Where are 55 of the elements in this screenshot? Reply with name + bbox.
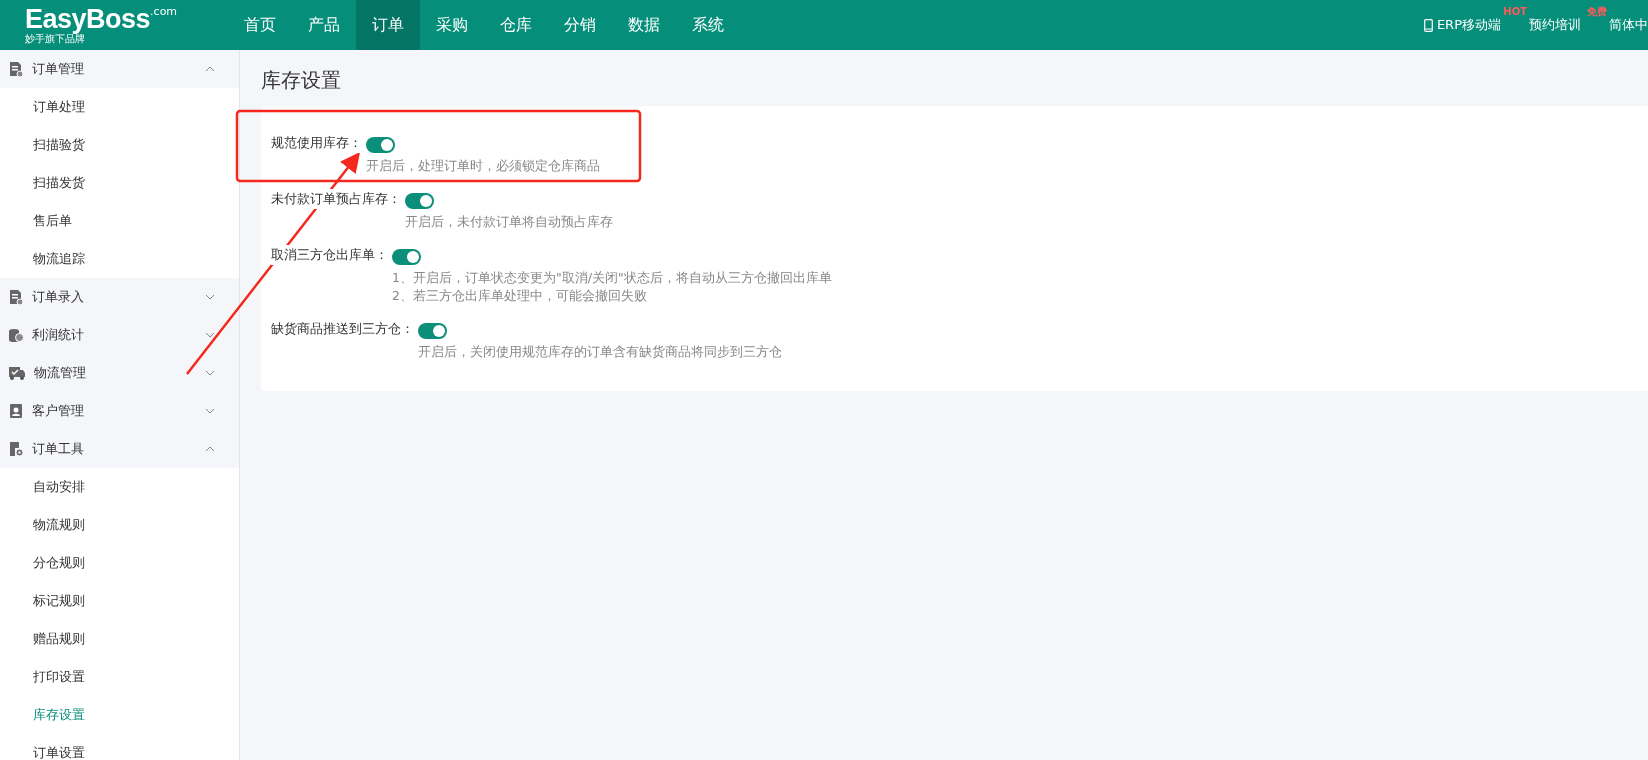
- badge-label: HOT: [1503, 5, 1527, 20]
- sidebar-item[interactable]: 扫描验货: [0, 126, 239, 164]
- sidebar-item[interactable]: 扫描发货: [0, 164, 239, 202]
- sidebar-group[interactable]: 订单录入: [0, 278, 239, 316]
- sidebar-item[interactable]: 售后单: [0, 202, 239, 240]
- nav-tab[interactable]: 数据: [612, 0, 676, 50]
- sidebar-item[interactable]: 赠品规则: [0, 620, 239, 658]
- setting-description: 2、若三方仓出库单处理中，可能会撤回失败: [392, 287, 648, 305]
- nav-tab[interactable]: 订单: [356, 0, 420, 50]
- sidebar-group[interactable]: 利润统计: [0, 316, 239, 354]
- logo-domain: .com: [150, 5, 178, 17]
- sidebar-item[interactable]: 物流规则: [0, 506, 239, 544]
- toggle-switch[interactable]: [392, 249, 421, 265]
- sidebar-item[interactable]: 库存设置: [0, 696, 239, 734]
- logo-wordmark: EasyBoss: [25, 5, 151, 33]
- nav-tab[interactable]: 系统: [676, 0, 740, 50]
- setting-description: 开启后，关闭使用规范库存的订单含有缺货商品将同步到三方仓: [418, 343, 782, 361]
- sidebar-group-label: 客户管理: [32, 402, 85, 421]
- document-icon: [8, 61, 24, 77]
- truck-icon: [8, 365, 26, 381]
- setting-description: 1、开启后，订单状态变更为"取消/关闭"状态后，将自动从三方仓撤回出库单: [392, 269, 832, 287]
- sidebar-item[interactable]: 物流追踪: [0, 240, 239, 278]
- person-card-icon: [8, 403, 24, 419]
- phone-icon: [1423, 18, 1433, 32]
- sidebar-group-label: 利润统计: [32, 326, 85, 345]
- sidebar-item[interactable]: 标记规则: [0, 582, 239, 620]
- sidebar-item[interactable]: 分仓规则: [0, 544, 239, 582]
- header-link[interactable]: 简体中: [1609, 15, 1648, 35]
- page-title: 库存设置: [261, 68, 342, 92]
- toggle-switch[interactable]: [405, 193, 434, 209]
- sidebar-item[interactable]: 打印设置: [0, 658, 239, 696]
- sidebar-group-label: 订单工具: [32, 440, 85, 459]
- sidebar-group-label: 物流管理: [34, 364, 87, 383]
- nav-tab[interactable]: 首页: [228, 0, 292, 50]
- sidebar-group-label: 订单管理: [32, 60, 85, 79]
- sidebar-item[interactable]: 订单设置: [0, 734, 239, 760]
- nav-tab[interactable]: 产品: [292, 0, 356, 50]
- badge-label: 免费: [1587, 5, 1607, 20]
- nav-tab[interactable]: 分销: [548, 0, 612, 50]
- setting-description: 开启后，处理订单时，必须锁定仓库商品: [366, 157, 600, 175]
- sidebar-item[interactable]: 自动安排: [0, 468, 239, 506]
- sidebar-group[interactable]: 物流管理: [0, 354, 239, 392]
- nav-tab[interactable]: 采购: [420, 0, 484, 50]
- sidebar-group[interactable]: 订单管理: [0, 50, 239, 88]
- sidebar-item[interactable]: 订单处理: [0, 88, 239, 126]
- setting-description: 开启后，未付款订单将自动预占库存: [405, 213, 613, 231]
- sidebar-group-label: 订单录入: [32, 288, 85, 307]
- sidebar-group[interactable]: 客户管理: [0, 392, 239, 430]
- sidebar-group[interactable]: 订单工具: [0, 430, 239, 468]
- toggle-switch[interactable]: [418, 323, 447, 339]
- document-icon: [8, 289, 24, 305]
- toggle-switch[interactable]: [366, 137, 395, 153]
- coins-icon: [8, 327, 24, 343]
- nav-tab[interactable]: 仓库: [484, 0, 548, 50]
- gear-document-icon: [8, 441, 24, 457]
